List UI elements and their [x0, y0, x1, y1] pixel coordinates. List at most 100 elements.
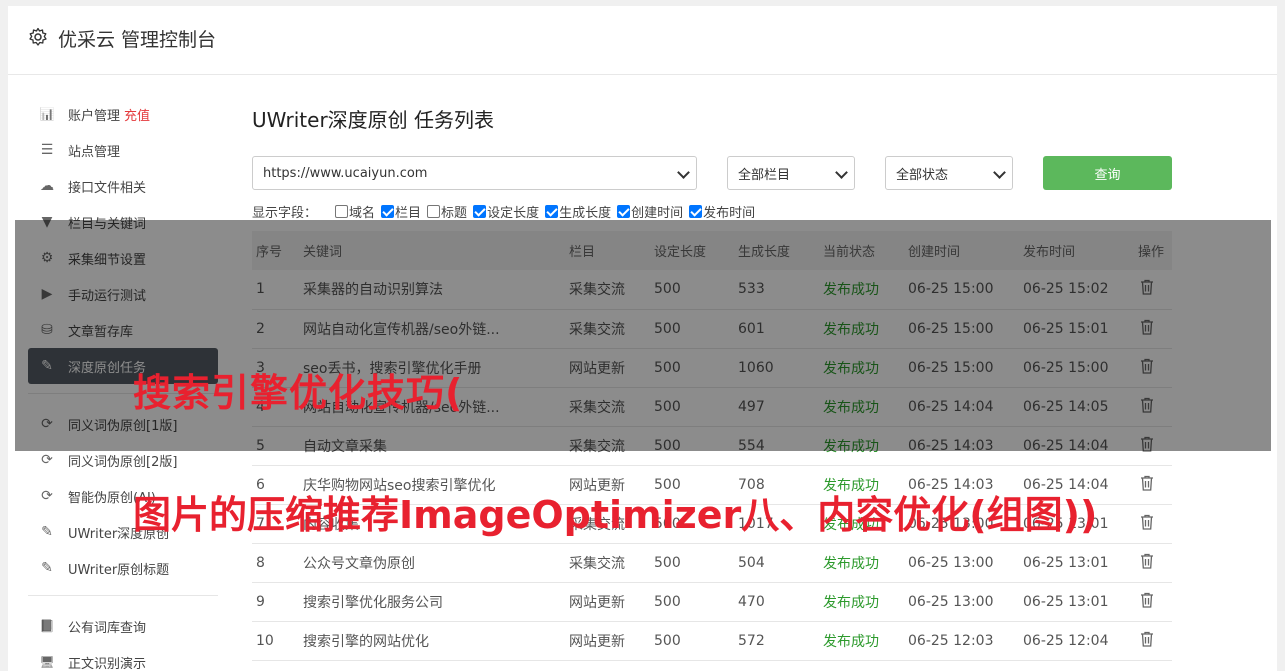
watermark-line-1: 搜索引擎优化技巧( [133, 371, 464, 415]
field-checkbox-4[interactable]: 生成长度 [545, 202, 611, 221]
table-cell: 公众号文章伪原创 [303, 555, 415, 572]
action-cell [1134, 582, 1172, 621]
table-cell: 发布成功 [823, 555, 879, 572]
field-checkbox-label: 域名 [349, 205, 376, 221]
field-checkbox-6[interactable]: 发布时间 [689, 202, 755, 221]
action-cell [1134, 543, 1172, 582]
checkbox-icon[interactable] [617, 204, 631, 218]
table-cell: 500 [654, 632, 681, 649]
table-row: 8 公众号文章伪原创 采集交流 500 504 发布成功 06-25 13:00 06-25 … [252, 543, 1172, 582]
site-select-value: https://www.ucaiyun.com [263, 165, 428, 181]
display-fields: 显示字段： 域名 栏目 标题 设定长度 生成长度 创建时间 发布时间 [252, 202, 761, 221]
table-cell: 搜索引擎的网站优化 [303, 633, 429, 650]
sidebar-item-label: 正文识别演示 [68, 656, 147, 671]
trash-icon[interactable] [1140, 592, 1154, 608]
action-cell [1134, 504, 1172, 543]
field-checkbox-3[interactable]: 设定长度 [473, 202, 539, 221]
table-cell: 网站更新 [569, 594, 625, 611]
table-row: 9 搜索引擎优化服务公司 网站更新 500 470 发布成功 06-25 13:00 06-2… [252, 582, 1172, 621]
table-cell: 06-25 13:00 [908, 554, 994, 571]
site-select[interactable]: https://www.ucaiyun.com [252, 156, 697, 190]
watermark-line-2: 图片的压缩推荐ImageOptimizer八、内容优化(组图)) [133, 493, 1098, 537]
query-button[interactable]: 查询 [1043, 156, 1172, 190]
table-cell: 500 [654, 554, 681, 571]
filter-bar: https://www.ucaiyun.com 全部栏目 全部状态 查询 [252, 156, 1172, 190]
refresh-icon: ⟳ [41, 488, 53, 504]
table-cell: 572 [738, 632, 765, 649]
book-icon: 📘 [39, 619, 55, 633]
status-select[interactable]: 全部状态 [885, 156, 1013, 190]
page-title: UWriter深度原创 任务列表 [252, 108, 495, 132]
sidebar-item-group1-1[interactable]: ☰ 站点管理 [28, 132, 218, 168]
table-cell: 06-25 13:01 [1023, 593, 1109, 610]
edit-icon: ✎ [41, 524, 53, 540]
charge-link[interactable]: 充值 [124, 105, 150, 124]
table-cell: 06-25 13:00 [908, 593, 994, 610]
field-checkbox-2[interactable]: 标题 [427, 202, 467, 221]
app-title: 优采云 管理控制台 [58, 29, 217, 51]
chevron-down-icon [993, 166, 1006, 179]
checkbox-icon[interactable] [545, 204, 559, 218]
sidebar-item-group2-4[interactable]: ✎ UWriter原创标题 [28, 550, 218, 586]
trash-icon[interactable] [1140, 631, 1154, 647]
chevron-down-icon [677, 166, 690, 179]
table-cell: 发布成功 [823, 594, 879, 611]
table-cell: 504 [738, 554, 765, 571]
field-checkbox-label: 创建时间 [631, 205, 684, 221]
sidebar-item-group1-2[interactable]: ☁ 接口文件相关 [28, 168, 218, 204]
table-cell: 搜索引擎优化服务公司 [303, 594, 443, 611]
field-checkbox-label: 生成长度 [559, 205, 612, 221]
main-content: UWriter深度原创 任务列表 https://www.ucaiyun.com… [252, 100, 1172, 660]
trash-icon[interactable] [1140, 475, 1154, 491]
server-icon: ☰ [40, 142, 54, 158]
table-row: 10 搜索引擎的网站优化 网站更新 500 572 发布成功 06-25 12:03 06-2… [252, 621, 1172, 660]
table-cell: 8 [256, 554, 265, 571]
table-cell: 10 [256, 632, 274, 649]
checkbox-icon[interactable] [427, 204, 441, 218]
action-cell [1134, 621, 1172, 660]
sidebar-item-group3-1[interactable]: 🖥 正文识别演示 [28, 644, 218, 671]
sidebar-item-label: 站点管理 [68, 144, 121, 160]
column-select-value: 全部栏目 [738, 167, 791, 183]
bar-chart-icon: 📊 [39, 107, 55, 121]
table-cell: 500 [654, 593, 681, 610]
edit-icon: ✎ [41, 560, 53, 576]
sidebar-item-label: 账户管理 [68, 108, 121, 124]
sidebar-divider [28, 595, 218, 596]
gear-icon [29, 27, 47, 46]
table-cell: 06-25 12:04 [1023, 632, 1109, 649]
table-cell: 470 [738, 593, 765, 610]
sidebar-item-label: 公有词库查询 [68, 620, 147, 636]
action-cell [1134, 465, 1172, 504]
monitor-icon: 🖥 [39, 655, 55, 669]
refresh-icon: ⟳ [41, 452, 53, 468]
table-cell: 发布成功 [823, 633, 879, 650]
checkbox-icon[interactable] [335, 204, 349, 218]
table-cell: 06-25 13:01 [1023, 554, 1109, 571]
field-checkbox-label: 发布时间 [703, 205, 756, 221]
sidebar-item-label: UWriter原创标题 [68, 562, 170, 578]
top-bar: 优采云 管理控制台 [8, 6, 1277, 75]
field-checkbox-1[interactable]: 栏目 [381, 202, 421, 221]
table-cell: 网站更新 [569, 633, 625, 650]
chevron-down-icon [835, 166, 848, 179]
display-fields-label: 显示字段： [252, 205, 318, 221]
field-checkbox-label: 标题 [441, 205, 468, 221]
column-select[interactable]: 全部栏目 [727, 156, 855, 190]
sidebar-item-label: 同义词伪原创[2版] [68, 454, 178, 470]
table-cell: 9 [256, 593, 265, 610]
table-cell: 06-25 12:03 [908, 632, 994, 649]
checkbox-icon[interactable] [689, 204, 703, 218]
sidebar-item-group1-0[interactable]: 📊 账户管理 充值 [28, 96, 218, 132]
table-cell: 采集交流 [569, 555, 625, 572]
field-checkbox-label: 栏目 [395, 205, 422, 221]
field-checkbox-0[interactable]: 域名 [335, 202, 375, 221]
status-select-value: 全部状态 [896, 167, 949, 183]
field-checkbox-label: 设定长度 [487, 205, 540, 221]
checkbox-icon[interactable] [381, 204, 395, 218]
trash-icon[interactable] [1140, 553, 1154, 569]
trash-icon[interactable] [1140, 514, 1154, 530]
field-checkbox-5[interactable]: 创建时间 [617, 202, 683, 221]
checkbox-icon[interactable] [473, 204, 487, 218]
sidebar-item-group3-0[interactable]: 📘 公有词库查询 [28, 608, 218, 644]
